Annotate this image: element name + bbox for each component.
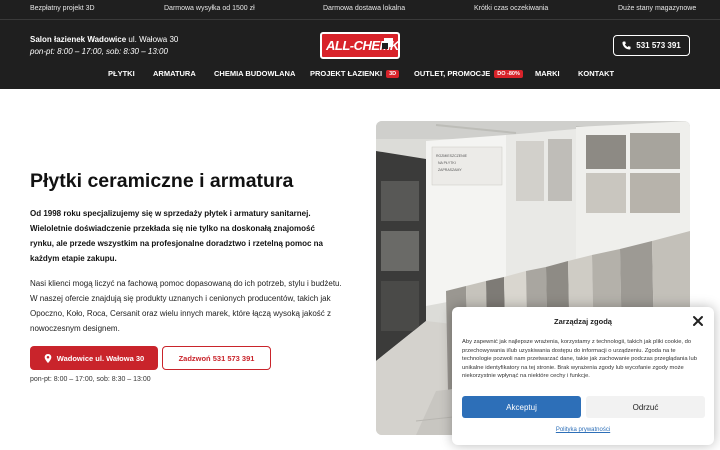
cookie-title: Zarządzaj zgodą [554,317,612,326]
benefit-item: Darmowa wysyłka od 1500 zł [164,5,255,12]
nav-item-marki[interactable]: MARKI [535,69,560,78]
intro-body: Nasi klienci mogą liczyć na fachową pomo… [30,279,342,333]
nav-item-kontakt[interactable]: KONTAKT [578,69,614,78]
intro-lead: Od 1998 roku specjalizujemy się w sprzed… [30,209,323,263]
svg-text:ZAPRASZAMY: ZAPRASZAMY [438,168,462,172]
nav-item-outlet[interactable]: OUTLET, PROMOCJE DO -80% [414,69,523,78]
cookie-text: Aby zapewnić jak najlepsze wrażenia, kor… [462,339,697,380]
store-address: ul. Wałowa 30 [126,35,179,44]
benefit-item: Krótki czas oczekiwania [474,5,549,12]
nav-label: PROJEKT ŁAZIENKI [310,69,383,78]
opening-hours: pon-pt: 8:00 – 17:00, sob: 8:30 – 13:00 [30,376,151,383]
address-button-label: Wadowice ul. Wałowa 30 [56,353,145,363]
benefit-item: Darmowa dostawa lokalna [323,5,406,12]
nav-item-chemia[interactable]: CHEMIA BUDOWLANA [214,69,295,78]
page-title: Płytki ceramiczne i armatura [30,170,294,192]
address-button[interactable]: Wadowice ul. Wałowa 30 [30,346,158,370]
nav-item-armatura[interactable]: ARMATURA [153,69,196,78]
site-logo[interactable]: ALL-CHEMK [320,32,400,59]
privacy-policy-link[interactable]: Polityka prywatności [452,427,714,433]
accept-button[interactable]: Akceptuj [462,396,581,418]
nav-label: MARKI [535,69,560,78]
phone-number: 531 573 391 [636,41,681,50]
site-header: Bezpłatny projekt 3D Darmowa wysyłka od … [0,0,720,89]
store-name: Salon łazienek Wadowice [30,35,127,44]
benefit-item: Bezpłatny projekt 3D [30,5,95,12]
close-icon[interactable] [692,315,704,327]
nav-badge-3d: 3D [386,70,400,78]
reject-button[interactable]: Odrzuć [586,396,705,418]
phone-icon [622,41,631,50]
nav-badge-promo: DO -80% [494,70,523,78]
nav-label: CHEMIA BUDOWLANA [214,69,296,78]
showroom-sign-text: ROZMIESZCZENIE [436,154,468,158]
nav-item-projekt[interactable]: PROJEKT ŁAZIENKI 3D [310,69,400,78]
call-button[interactable]: Zadzwoń 531 573 391 [162,346,271,370]
nav-label: ARMATURA [153,69,196,78]
nav-label: OUTLET, PROMOCJE [414,69,491,78]
nav-label: KONTAKT [578,69,615,78]
main-nav: PŁYTKI ARMATURA CHEMIA BUDOWLANA PROJEKT… [0,66,720,82]
benefits-bar: Bezpłatny projekt 3D Darmowa wysyłka od … [0,0,720,20]
location-pin-icon [44,353,52,363]
benefit-item: Duże stany magazynowe [618,5,697,12]
svg-text:NA PŁYTKI: NA PŁYTKI [438,161,456,165]
logo-square-inner [382,43,388,49]
store-info: Salon łazienek Wadowice ul. Wałowa 30 po… [30,34,178,58]
nav-label: PŁYTKI [108,69,135,78]
nav-item-plytki[interactable]: PŁYTKI [108,69,135,78]
call-button-label: Zadzwoń 531 573 391 [178,353,255,363]
cookie-consent-dialog: Zarządzaj zgodą Aby zapewnić jak najleps… [452,307,714,445]
store-hours: pon-pt: 8:00 – 17:00, sob: 8:30 – 13:00 [30,47,168,56]
phone-button[interactable]: 531 573 391 [613,35,690,56]
